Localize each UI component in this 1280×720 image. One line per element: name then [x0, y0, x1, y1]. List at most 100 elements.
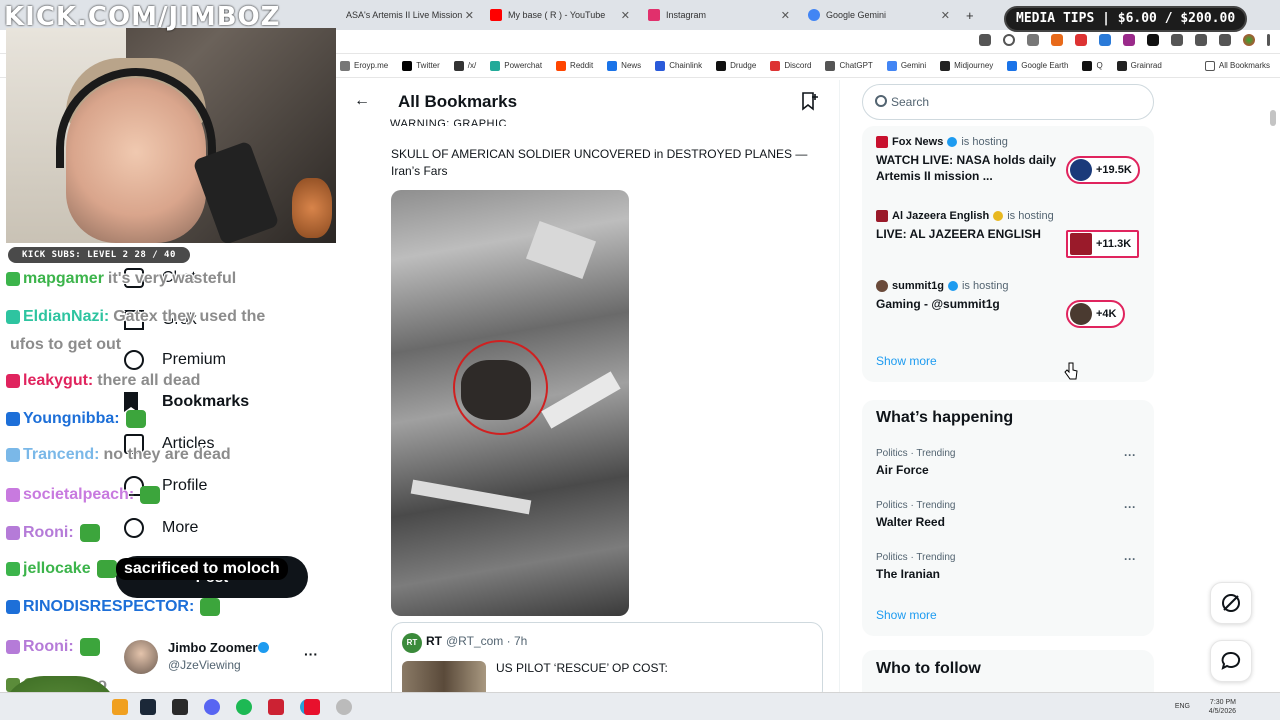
trend-meta: Politics · Trending	[876, 500, 956, 511]
live-item[interactable]: Al Jazeera English is hosting LIVE: AL J…	[876, 210, 1146, 270]
bookmark-item[interactable]: News	[607, 60, 641, 71]
bookmark-item[interactable]: Google Earth	[1007, 60, 1068, 71]
sidepanel-icon[interactable]	[1195, 34, 1207, 46]
steam-icon[interactable]	[140, 699, 156, 715]
grok-icon	[1222, 594, 1240, 612]
kebab-menu-icon[interactable]	[1267, 34, 1270, 46]
more-icon	[124, 518, 144, 538]
adobe-icon[interactable]	[304, 699, 320, 715]
live-listeners-pill[interactable]: +4K	[1066, 300, 1125, 328]
scrollbar-thumb[interactable]	[1270, 110, 1276, 126]
bookmark-item[interactable]: Powerchat	[490, 60, 542, 71]
new-tab-button[interactable]: +	[960, 4, 980, 26]
metamask-icon[interactable]	[1051, 34, 1063, 46]
nav-label: Profile	[162, 477, 208, 494]
bookmark-item[interactable]: Eroyp.me	[340, 60, 388, 71]
close-tab-icon[interactable]: ✕	[621, 9, 630, 22]
add-bookmark-folder-icon[interactable]	[800, 91, 820, 111]
chat-badge-icon	[6, 374, 20, 388]
windows-taskbar: ENG 7:30 PM 4/5/2026	[0, 692, 1280, 720]
tab-artemis[interactable]: ASA's Artemis II Live Mission ✕	[340, 4, 480, 26]
live-item[interactable]: summit1g is hosting Gaming - @summit1g +…	[876, 280, 1146, 340]
reading-list-icon[interactable]	[1219, 34, 1231, 46]
trend-item[interactable]: Politics · Trending The Iranian ···	[876, 552, 1142, 581]
bookmark-favicon-icon	[716, 60, 727, 71]
bookmark-item[interactable]: /x/	[453, 60, 476, 71]
back-arrow-icon[interactable]: ←	[354, 92, 370, 110]
bookmark-item[interactable]: Discord	[770, 60, 811, 71]
extension-icon[interactable]	[1099, 34, 1111, 46]
bookmark-favicon-icon	[490, 60, 501, 71]
live-listeners-pill[interactable]: +11.3K	[1066, 230, 1140, 258]
zoom-icon[interactable]	[1003, 34, 1015, 46]
trend-more-icon[interactable]: ···	[1124, 552, 1136, 566]
chat-message: leakygut: there all dead	[6, 372, 200, 390]
folder-icon	[1204, 60, 1215, 71]
bookmark-item[interactable]: Midjourney	[940, 60, 993, 71]
listener-count: +19.5K	[1096, 164, 1132, 176]
close-tab-icon[interactable]: ✕	[941, 9, 950, 22]
bookmark-favicon-icon	[340, 60, 350, 71]
search-input[interactable]: Search	[862, 84, 1154, 120]
trend-more-icon[interactable]: ···	[1124, 500, 1136, 514]
trend-name: Air Force	[876, 463, 929, 477]
bookmark-item[interactable]: Drudge	[716, 60, 756, 71]
tab-instagram[interactable]: Instagram ✕	[642, 4, 796, 26]
search-icon	[875, 95, 887, 107]
discord-icon[interactable]	[204, 699, 220, 715]
chat-badge-icon	[6, 448, 20, 462]
app-icon[interactable]	[268, 699, 284, 715]
extension-icon[interactable]	[1123, 34, 1135, 46]
puzzle-icon[interactable]	[1171, 34, 1183, 46]
bookmark-item[interactable]: Chainlink	[655, 60, 702, 71]
chat-text: no they are dead	[103, 446, 231, 463]
spotify-icon[interactable]	[236, 699, 252, 715]
bookmark-item[interactable]: Twitter	[402, 60, 440, 71]
tab-youtube[interactable]: My base ( R ) - YouTube ✕	[484, 4, 636, 26]
bookmark-favicon-icon	[402, 60, 413, 71]
tweet-image[interactable]	[391, 190, 629, 616]
live-show-more-link[interactable]: Show more	[876, 354, 937, 368]
account-more-icon[interactable]: ···	[304, 646, 318, 662]
app-icon[interactable]	[336, 699, 352, 715]
bookmark-item[interactable]: Gemini	[886, 60, 926, 71]
trend-item[interactable]: Politics · Trending Walter Reed ···	[876, 500, 1142, 529]
trend-more-icon[interactable]: ···	[1124, 448, 1136, 462]
clock[interactable]: 7:30 PM 4/5/2026	[1209, 698, 1236, 716]
quoted-tweet[interactable]: RT RT @RT_com · 7h US PILOT ‘RESCUE’ OP …	[391, 622, 823, 692]
clock-time: 7:30 PM	[1209, 699, 1236, 706]
terminal-icon[interactable]	[172, 699, 188, 715]
trends-show-more-link[interactable]: Show more	[876, 608, 937, 622]
all-bookmarks-folder[interactable]: All Bookmarks	[1204, 60, 1270, 71]
chat-emote	[200, 598, 221, 616]
x-extension-icon[interactable]	[1147, 34, 1159, 46]
star-icon[interactable]	[1027, 34, 1039, 46]
live-item[interactable]: Fox News is hosting WATCH LIVE: NASA hol…	[876, 136, 1146, 196]
nav-more[interactable]: More	[124, 518, 198, 538]
account-switcher[interactable]: Jimbo Zoomer @JzeViewing ···	[124, 638, 334, 678]
chat-badge-icon	[6, 600, 20, 614]
language-indicator[interactable]: ENG	[1175, 703, 1190, 710]
close-tab-icon[interactable]: ✕	[781, 9, 790, 22]
live-listeners-pill[interactable]: +19.5K	[1066, 156, 1140, 184]
grok-button[interactable]	[1210, 582, 1252, 624]
page-title: All Bookmarks	[398, 92, 518, 111]
extension-icon[interactable]	[1075, 34, 1087, 46]
profile-avatar-icon[interactable]	[1243, 34, 1255, 46]
bookmark-item[interactable]: Q	[1082, 60, 1103, 71]
chat-username: mapgamer	[23, 270, 104, 287]
nav-premium[interactable]: Premium	[124, 350, 226, 370]
trend-item[interactable]: Politics · Trending Air Force ···	[876, 448, 1142, 477]
bookmark-item[interactable]: Grainrad	[1116, 60, 1162, 71]
close-tab-icon[interactable]: ✕	[465, 9, 474, 22]
bookmark-item[interactable]: Reddit	[556, 60, 593, 71]
bookmark-item[interactable]: ChatGPT	[825, 60, 873, 71]
nav-bookmarks[interactable]: Bookmarks	[124, 392, 249, 412]
chat-message: Rooni:	[6, 524, 100, 542]
chat-emote	[79, 524, 100, 542]
messages-button[interactable]	[1210, 640, 1252, 682]
cast-icon[interactable]	[979, 34, 991, 46]
tab-gemini[interactable]: Google Gemini ✕	[802, 4, 956, 26]
explorer-icon[interactable]	[112, 699, 128, 715]
fox-news-icon	[876, 136, 888, 148]
